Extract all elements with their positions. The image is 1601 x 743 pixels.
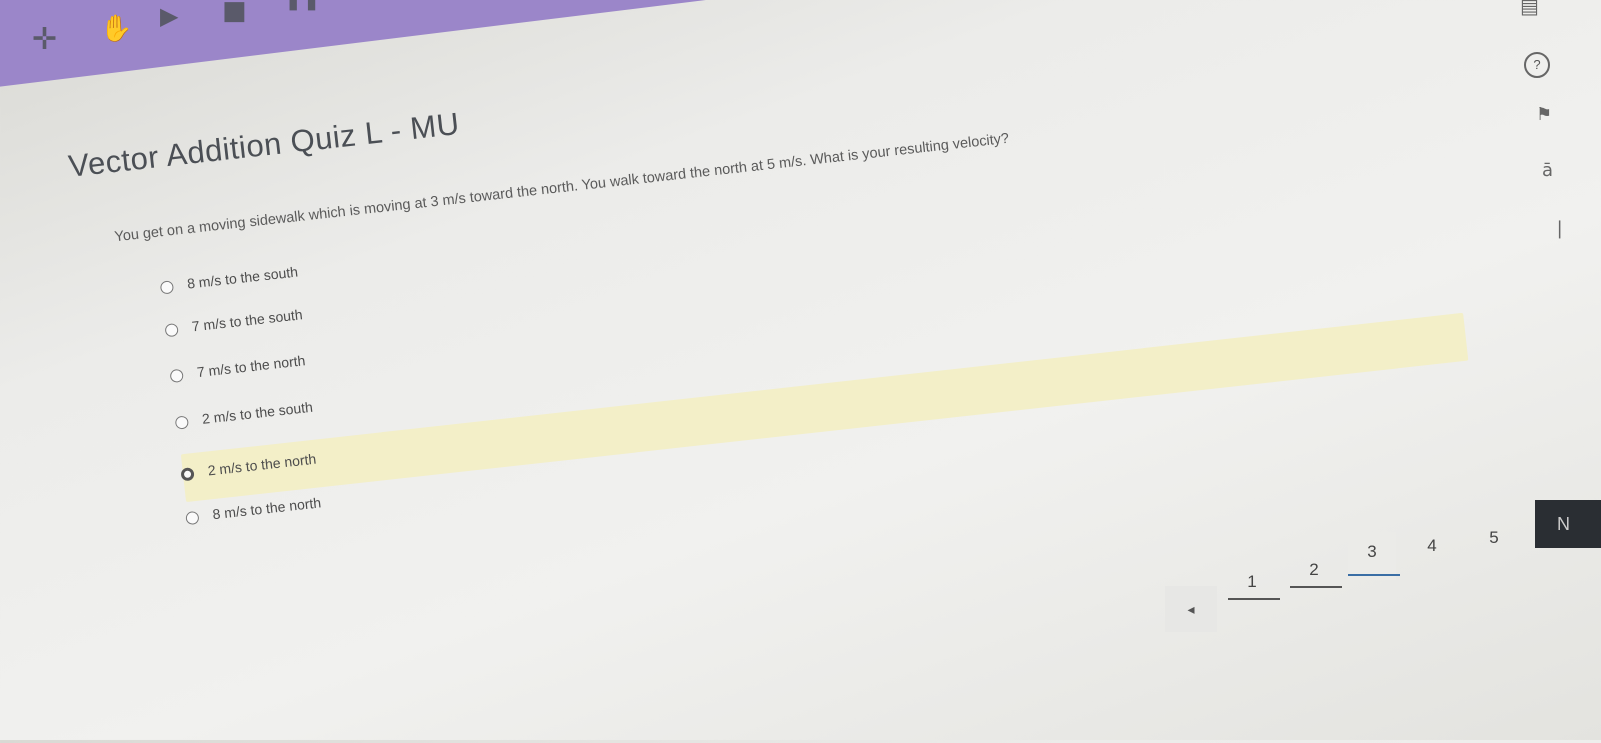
quiz-page: Vector Addition Quiz L - MU You get on a… xyxy=(0,0,1601,743)
previous-page-button[interactable]: ◂ xyxy=(1165,586,1217,632)
page-number-4[interactable]: 4 xyxy=(1408,536,1456,556)
answer-option[interactable]: 2 m/s to the south xyxy=(174,399,314,430)
calculator-icon[interactable]: ▤ xyxy=(1520,0,1539,18)
radio-button[interactable] xyxy=(159,280,175,295)
bookmark-icon[interactable]: ❘ xyxy=(1552,218,1567,239)
current-page-underline xyxy=(1348,574,1400,576)
answer-option[interactable]: 7 m/s to the south xyxy=(164,306,303,338)
flag-icon[interactable]: ⚑ xyxy=(1536,104,1552,125)
page-number-1[interactable]: 1 xyxy=(1228,572,1280,600)
radio-button[interactable] xyxy=(174,415,190,430)
page-title: Vector Addition Quiz L - MU xyxy=(66,105,462,184)
text-icon[interactable]: ā xyxy=(1542,160,1553,181)
page-number-3-current[interactable]: 3 xyxy=(1348,532,1400,580)
page-underline xyxy=(1290,586,1342,588)
page-number-2[interactable]: 2 xyxy=(1290,560,1342,588)
chevron-left-icon: ◂ xyxy=(1187,601,1195,617)
answer-option[interactable]: 7 m/s to the north xyxy=(169,352,306,383)
radio-button[interactable] xyxy=(185,510,200,525)
help-icon[interactable]: ? xyxy=(1524,52,1550,78)
radio-button[interactable] xyxy=(169,368,184,383)
answer-option[interactable]: 8 m/s to the south xyxy=(159,264,299,295)
page-underline xyxy=(1228,598,1280,600)
radio-button-selected[interactable] xyxy=(180,466,195,482)
selected-option-highlight xyxy=(180,312,1469,503)
page-number-5[interactable]: 5 xyxy=(1470,528,1518,548)
radio-button[interactable] xyxy=(164,322,179,338)
next-button[interactable]: N xyxy=(1535,500,1601,548)
